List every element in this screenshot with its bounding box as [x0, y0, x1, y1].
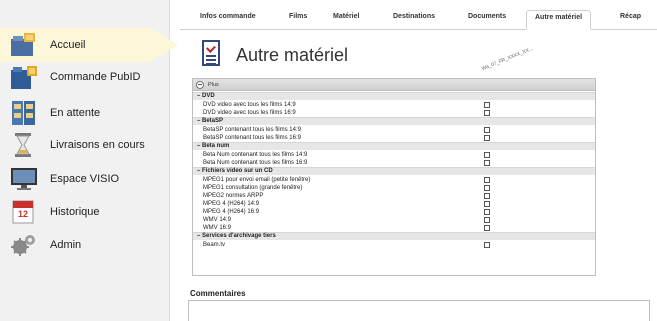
gears-icon — [10, 232, 38, 258]
option-checkbox[interactable] — [484, 127, 490, 133]
option-label: DVD video avec tous les films 14:9 — [203, 102, 296, 108]
tab-autre-materiel[interactable]: Autre matériel — [526, 10, 592, 30]
sidebar-item-label: Historique — [50, 206, 100, 218]
option-row: WMV 16:9 — [193, 224, 595, 232]
option-label: MPEG1 consultation (grande fenêtre) — [203, 185, 303, 191]
options-panel: Plus – DVD DVD video avec tous les films … — [192, 78, 596, 276]
option-label: WMV 16:9 — [203, 225, 232, 231]
sidebar-item-label: Espace VISIO — [50, 173, 120, 185]
option-row: MPEG1 consultation (grande fenêtre) — [193, 184, 595, 192]
sidebar-item-historique[interactable]: 12 Historique — [10, 195, 170, 229]
option-row: Beam.tv — [193, 241, 595, 249]
option-row: BetaSP contenant tous les films 16:9 — [193, 134, 595, 142]
sidebar-item-label: Livraisons en cours — [50, 139, 145, 151]
option-checkbox[interactable] — [484, 110, 490, 116]
option-row: Beta Num contenant tous les films 14:9 — [193, 151, 595, 159]
section-header[interactable]: – Services d'archivage tiers — [193, 232, 595, 240]
option-label: DVD video avec tous les films 16:9 — [203, 110, 296, 116]
option-row: BetaSP contenant tous les films 14:9 — [193, 126, 595, 134]
sidebar-item-accueil[interactable]: Accueil — [0, 28, 178, 62]
option-row: Beta Num contenant tous les films 16:9 — [193, 159, 595, 167]
calendar-icon: 12 — [10, 199, 38, 225]
comments-textarea[interactable] — [188, 300, 650, 321]
option-checkbox[interactable] — [484, 242, 490, 248]
option-label: MPEG 4 (H264) 14:9 — [203, 201, 260, 207]
option-label: Beam.tv — [203, 242, 226, 248]
section-header[interactable]: – BetaSP — [193, 117, 595, 125]
sidebar-item-label: En attente — [50, 107, 101, 119]
option-checkbox[interactable] — [484, 209, 490, 215]
option-checkbox[interactable] — [484, 152, 490, 158]
option-checkbox[interactable] — [484, 160, 490, 166]
tab-recap[interactable]: Récap — [620, 13, 641, 20]
tab-bar: Infos commande Films Matériel Destinatio… — [180, 10, 657, 30]
hourglass-icon — [10, 132, 38, 158]
sidebar-item-commande-pubid[interactable]: Commande PubID — [10, 60, 170, 94]
tab-destinations[interactable]: Destinations — [393, 13, 435, 20]
option-row: DVD video avec tous les films 16:9 — [193, 109, 595, 117]
option-label: Beta Num contenant tous les films 16:9 — [203, 160, 308, 166]
page-title: Autre matériel — [236, 45, 349, 65]
option-checkbox[interactable] — [484, 217, 490, 223]
order-stamp: Wa_07_FR_XXXX_XX... — [480, 45, 534, 73]
sidebar-item-espace-visio[interactable]: Espace VISIO — [10, 162, 170, 196]
sidebar: Accueil Commande PubID En attente Livrai… — [0, 0, 178, 321]
calendar-badge: 12 — [18, 209, 28, 219]
collapse-icon[interactable] — [196, 80, 204, 89]
panel-title: Plus — [208, 81, 219, 88]
option-row: WMV 14:9 — [193, 216, 595, 224]
tab-documents[interactable]: Documents — [468, 13, 506, 20]
option-label: MPEG1 pour envoi email (petite fenêtre) — [203, 177, 311, 183]
option-label: MPEG2 normes ARPP — [203, 193, 264, 199]
sidebar-item-label: Accueil — [50, 39, 86, 51]
option-checkbox[interactable] — [484, 201, 490, 207]
option-checkbox[interactable] — [484, 193, 490, 199]
tab-infos-commande[interactable]: Infos commande — [200, 13, 256, 20]
sidebar-item-label: Commande PubID — [50, 71, 141, 83]
option-label: WMV 14:9 — [203, 217, 232, 223]
tab-materiel[interactable]: Matériel — [333, 13, 359, 20]
option-label: MPEG 4 (H264) 16:9 — [203, 209, 260, 215]
order-folder-icon — [10, 64, 38, 90]
option-row: MPEG 4 (H264) 16:9 — [193, 208, 595, 216]
checklist-icon — [202, 40, 220, 66]
option-label: BetaSP contenant tous les films 14:9 — [203, 127, 301, 133]
option-checkbox[interactable] — [484, 225, 490, 231]
section-header[interactable]: – Beta num — [193, 142, 595, 150]
sidebar-item-livraisons-en-cours[interactable]: Livraisons en cours — [10, 128, 170, 162]
option-row: MPEG2 normes ARPP — [193, 192, 595, 200]
option-checkbox[interactable] — [484, 135, 490, 141]
option-row: DVD video avec tous les films 14:9 — [193, 101, 595, 109]
home-folder-icon — [10, 32, 38, 58]
monitor-icon — [10, 166, 38, 192]
sidebar-item-label: Admin — [50, 239, 82, 251]
option-label: BetaSP contenant tous les films 16:9 — [203, 135, 301, 141]
section-header[interactable]: – DVD — [193, 92, 595, 100]
option-label: Beta Num contenant tous les films 14:9 — [203, 152, 308, 158]
option-row: MPEG1 pour envoi email (petite fenêtre) — [193, 176, 595, 184]
cabinet-icon — [10, 100, 38, 126]
option-checkbox[interactable] — [484, 177, 490, 183]
panel-header[interactable]: Plus — [193, 79, 595, 91]
comments-label: Commentaires — [190, 289, 246, 298]
section-header[interactable]: – Fichiers video sur un CD — [193, 167, 595, 175]
sidebar-item-admin[interactable]: Admin — [10, 228, 170, 262]
option-checkbox[interactable] — [484, 102, 490, 108]
tab-films[interactable]: Films — [289, 13, 307, 20]
sidebar-item-en-attente[interactable]: En attente — [10, 96, 170, 130]
option-row: MPEG 4 (H264) 14:9 — [193, 200, 595, 208]
option-checkbox[interactable] — [484, 185, 490, 191]
